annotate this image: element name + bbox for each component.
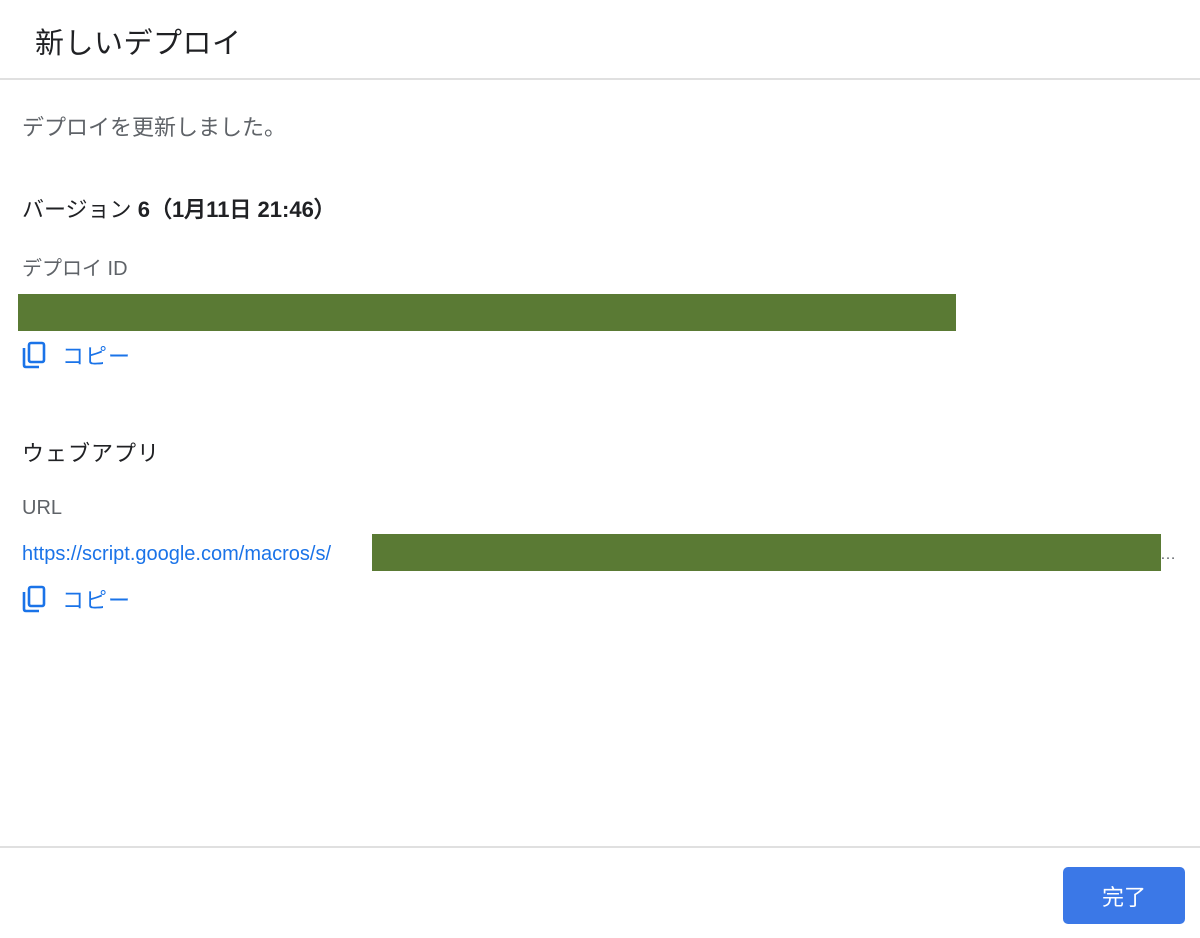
copy-deploy-id-button[interactable]: コピー bbox=[22, 338, 131, 372]
copy-icon bbox=[22, 341, 46, 369]
deploy-dialog: 新しいデプロイ デプロイを更新しました。 バージョン 6（1月11日 21:46… bbox=[0, 0, 1200, 938]
deploy-id-label: デプロイ ID bbox=[22, 258, 128, 280]
version-label: バージョン bbox=[22, 197, 132, 222]
version-timestamp: （1月11日 21:46） bbox=[149, 197, 336, 222]
web-app-url-link[interactable]: https://script.google.com/macros/s/ bbox=[22, 543, 331, 566]
url-row: https://script.google.com/macros/s/ … bbox=[22, 534, 1182, 572]
url-ellipsis: … bbox=[1160, 546, 1176, 563]
copy-icon bbox=[22, 585, 46, 613]
url-value-redacted bbox=[372, 534, 1161, 571]
copy-url-label: コピー bbox=[62, 588, 132, 613]
version-number: 6 bbox=[137, 197, 150, 222]
dialog-title: 新しいデプロイ bbox=[35, 28, 242, 60]
copy-deploy-id-label: コピー bbox=[62, 344, 132, 369]
dialog-header: 新しいデプロイ bbox=[0, 0, 1200, 80]
deploy-id-value-redacted bbox=[18, 294, 956, 331]
web-app-section-title: ウェブアプリ bbox=[22, 441, 161, 466]
done-button[interactable]: 完了 bbox=[1063, 867, 1185, 924]
url-label: URL bbox=[22, 497, 63, 519]
version-info: バージョン 6（1月11日 21:46） bbox=[22, 192, 336, 224]
copy-url-button[interactable]: コピー bbox=[22, 582, 131, 616]
status-message: デプロイを更新しました。 bbox=[22, 115, 287, 140]
footer-divider bbox=[0, 846, 1200, 848]
